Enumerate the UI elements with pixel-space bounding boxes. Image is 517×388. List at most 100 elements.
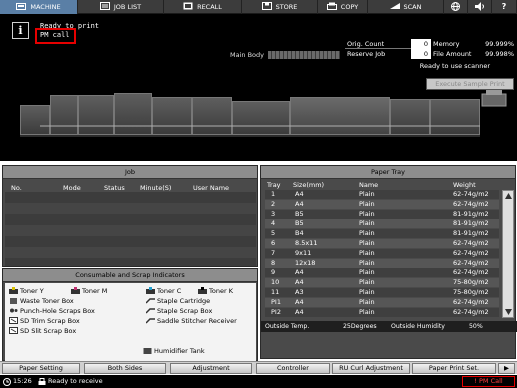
tray-cell-size: A4 (295, 190, 304, 198)
help-icon: ? (501, 2, 507, 11)
globe-button[interactable] (444, 0, 468, 14)
consumable-punch-hole: Punch-Hole Scraps Box (9, 307, 95, 316)
humidifier-icon (143, 347, 152, 354)
tray-scrollbar[interactable] (502, 190, 514, 318)
tray-cell-weight: 81-91g/m2 (453, 229, 489, 238)
tray-row[interactable]: 1 A4 Plain 62-74g/m2 (265, 190, 499, 199)
tray-cell-weight: 62-74g/m2 (453, 297, 489, 306)
status-bar: 15:26 Ready to receive (0, 375, 517, 388)
paper-print-set-button[interactable]: Paper Print Set. (412, 363, 496, 374)
tray-cell-weight: 62-74g/m2 (453, 199, 489, 208)
memory-label: Memory (431, 39, 475, 49)
adjustment-button[interactable]: Adjustment (170, 363, 252, 374)
info-icon[interactable]: i (12, 22, 29, 39)
tray-cell-weight: 75-80g/m2 (453, 288, 489, 296)
consumable-staple-scrap: Staple Scrap Box (145, 307, 212, 316)
tray-cell-weight: 62-74g/m2 (453, 258, 489, 267)
tray-cell-name: Plain (359, 219, 375, 228)
toner-icon (9, 287, 18, 294)
consumable-toner-m: Toner M (71, 287, 107, 296)
tray-cell-name: Plain (359, 209, 375, 218)
job-list[interactable] (5, 192, 256, 266)
current-time: 15:26 (13, 377, 32, 385)
tray-cell-name: Plain (359, 288, 375, 296)
tray-cell-tray: 9 (271, 268, 276, 277)
job-col-user: User Name (193, 184, 230, 192)
tray-row[interactable]: 10 A4 Plain 75-80g/m2 (265, 278, 499, 288)
controller-button[interactable]: Controller (256, 363, 330, 374)
tab-copy[interactable]: COPY (318, 0, 368, 14)
staple-icon (145, 317, 155, 324)
status-line-pm-call: PM call (40, 31, 70, 39)
tray-cell-tray: 8 (271, 258, 276, 267)
toner-icon (71, 287, 80, 294)
tray-row[interactable]: 4 B5 Plain 81-91g/m2 (265, 219, 499, 229)
tray-cell-tray: 10 (271, 278, 280, 287)
tray-row[interactable]: 8 12x18 Plain 62-74g/m2 (265, 258, 499, 268)
tab-store[interactable]: STORE (242, 0, 318, 14)
tray-cell-size: B5 (295, 209, 304, 218)
tray-row[interactable]: 3 B5 Plain 81-91g/m2 (265, 209, 499, 219)
tray-cell-weight: 81-91g/m2 (453, 209, 489, 218)
outside-temp-value: 25Degrees (343, 323, 377, 330)
tab-machine[interactable]: MACHINE (0, 0, 78, 14)
tab-recall[interactable]: RECALL (164, 0, 242, 14)
speaker-button[interactable] (468, 0, 492, 14)
trim-box-icon (9, 317, 18, 324)
tray-cell-weight: 62-74g/m2 (453, 307, 489, 316)
tray-cell-tray: 1 (271, 190, 276, 198)
tray-cell-weight: 62-74g/m2 (453, 190, 489, 198)
tray-cell-tray: 7 (271, 248, 276, 257)
consumable-toner-y: Toner Y (9, 287, 44, 296)
job-col-mode: Mode (63, 184, 81, 192)
tray-cell-tray: 3 (271, 209, 276, 218)
tray-cell-size: B4 (295, 229, 304, 238)
tray-col-weight: Weight (453, 181, 476, 189)
tray-row[interactable]: 9 A4 Plain 62-74g/m2 (265, 268, 499, 278)
tab-scan[interactable]: SCAN (368, 0, 444, 14)
ru-curl-adjustment-button[interactable]: RU Curl Adjustment (332, 363, 410, 374)
outside-humidity-label: Outside Humidity (391, 323, 445, 330)
main-body-indicator (268, 51, 340, 59)
pm-call-indicator[interactable]: ! PM Call (462, 376, 515, 387)
scanner-icon (480, 88, 508, 110)
scroll-down-icon[interactable] (504, 308, 513, 316)
scroll-up-icon[interactable] (504, 192, 513, 200)
tray-cell-weight: 75-80g/m2 (453, 278, 489, 287)
tray-row[interactable]: 11 A3 Plain 75-80g/m2 (265, 288, 499, 297)
tray-row[interactable]: 2 A4 Plain 62-74g/m2 (265, 199, 499, 209)
tray-cell-name: Plain (359, 268, 375, 277)
tray-row[interactable]: PI1 A4 Plain 62-74g/m2 (265, 297, 499, 307)
punch-hole-icon (9, 307, 18, 314)
tray-row[interactable]: PI2 A4 Plain 62-74g/m2 (265, 307, 499, 317)
consumable-toner-c: Toner C (146, 287, 181, 296)
printer-icon (38, 378, 46, 388)
tray-row[interactable]: 7 9x11 Plain 62-74g/m2 (265, 248, 499, 258)
tray-cell-name: Plain (359, 248, 375, 257)
tray-cell-name: Plain (359, 278, 375, 287)
tray-row[interactable]: 6 8.5x11 Plain 62-74g/m2 (265, 239, 499, 248)
tray-cell-weight: 62-74g/m2 (453, 268, 489, 277)
file-amount-label: File Amount (431, 49, 475, 59)
tray-cell-size: 12x18 (295, 258, 316, 267)
consumable-sd-trim: SD Trim Scrap Box (9, 317, 80, 326)
machine-screen: { "nav": { "tabs": [ {"label": "MACHINE"… (0, 0, 517, 388)
tab-job-list[interactable]: JOB LIST (78, 0, 164, 14)
paper-setting-button[interactable]: Paper Setting (2, 363, 80, 374)
tray-cell-name: Plain (359, 297, 375, 306)
execute-sample-print-button[interactable]: Execute Sample Print (426, 78, 514, 90)
consumable-staple-cartridge: Staple Cartridge (145, 297, 210, 306)
tray-cell-tray: PI1 (271, 297, 281, 306)
consumable-sd-slit: SD Slit Scrap Box (9, 327, 76, 336)
tray-cell-size: B5 (295, 219, 304, 228)
scan-icon (389, 1, 400, 9)
machine-icon (16, 1, 27, 10)
help-button[interactable]: ? (492, 0, 517, 14)
next-page-button[interactable]: ▶ (498, 363, 515, 374)
both-sides-button[interactable]: Both Sides (84, 363, 166, 374)
environment-bar: Outside Temp. 25Degrees Outside Humidity… (261, 321, 517, 332)
outside-humidity-value: 50% (469, 323, 483, 330)
tray-row[interactable]: 5 B4 Plain 81-91g/m2 (265, 229, 499, 239)
store-icon (261, 1, 272, 10)
tray-col-name: Name (359, 181, 379, 189)
